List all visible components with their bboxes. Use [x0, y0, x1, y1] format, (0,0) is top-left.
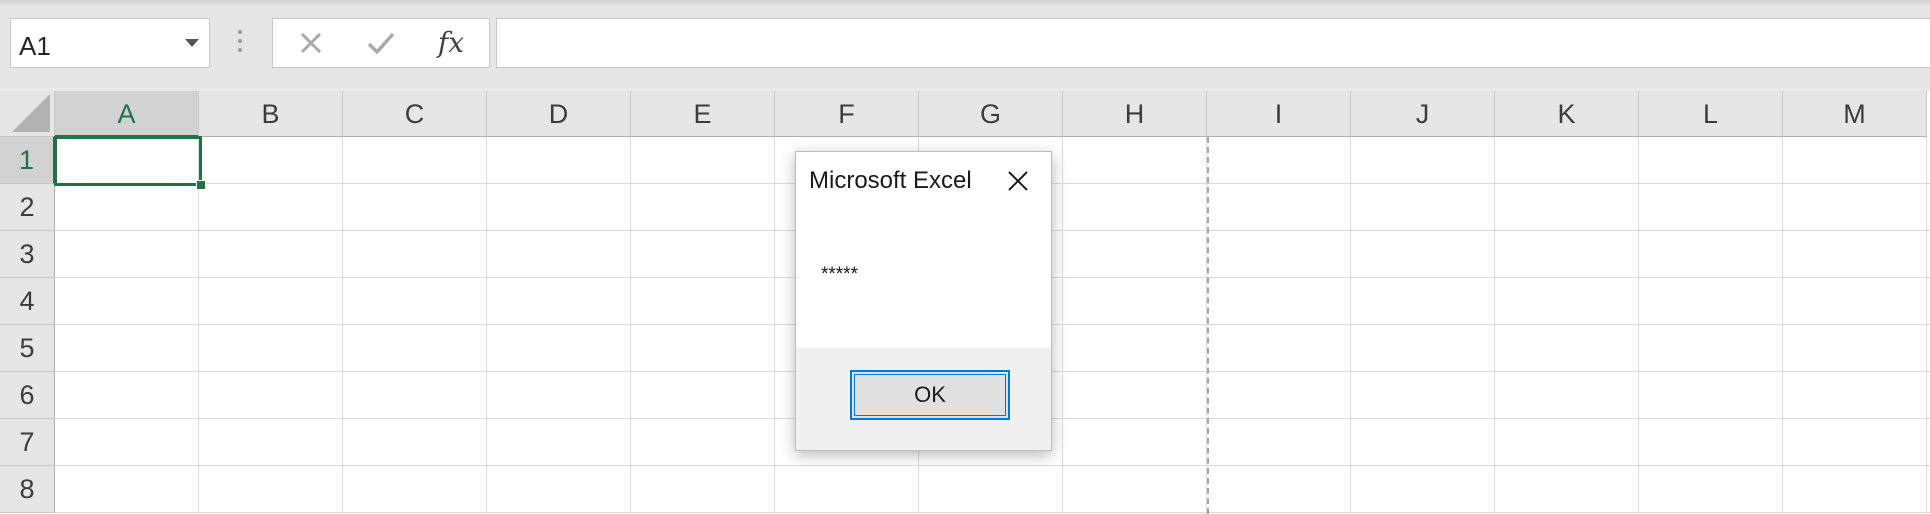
ok-button[interactable]: OK — [850, 370, 1010, 420]
gridline-vertical — [1062, 137, 1063, 514]
column-header-e[interactable]: E — [631, 91, 775, 137]
select-all-button[interactable] — [0, 91, 55, 137]
gridline-vertical — [1494, 137, 1495, 514]
name-box[interactable]: A1 — [10, 18, 210, 68]
formula-input[interactable] — [496, 18, 1930, 68]
close-icon[interactable] — [1003, 166, 1033, 196]
column-header-m[interactable]: M — [1783, 91, 1927, 137]
column-header-h[interactable]: H — [1063, 91, 1207, 137]
column-header-a[interactable]: A — [55, 91, 199, 137]
gridline-vertical — [1350, 137, 1351, 514]
message-box: Microsoft Excel ***** OK — [795, 151, 1052, 451]
gridline-vertical — [774, 137, 775, 514]
gridline-vertical — [486, 137, 487, 514]
page-break-line — [1207, 137, 1209, 514]
gridline-vertical — [630, 137, 631, 514]
column-header-d[interactable]: D — [487, 91, 631, 137]
fill-handle[interactable] — [196, 180, 206, 190]
chevron-down-icon[interactable] — [185, 39, 199, 47]
column-header-i[interactable]: I — [1207, 91, 1351, 137]
close-icon[interactable] — [281, 19, 341, 67]
row-header-2[interactable]: 2 — [0, 184, 55, 231]
gridline-vertical — [342, 137, 343, 514]
column-header-g[interactable]: G — [919, 91, 1063, 137]
formula-bar-area: A1 fx — [0, 0, 1930, 88]
row-header-5[interactable]: 5 — [0, 325, 55, 372]
row-header-6[interactable]: 6 — [0, 372, 55, 419]
row-header-7[interactable]: 7 — [0, 419, 55, 466]
column-header-j[interactable]: J — [1351, 91, 1495, 137]
gridline-vertical — [1926, 137, 1927, 514]
column-header-b[interactable]: B — [199, 91, 343, 137]
name-box-value: A1 — [19, 31, 51, 61]
active-cell-a1[interactable] — [54, 136, 202, 186]
row-header-8[interactable]: 8 — [0, 466, 55, 513]
vertical-dots-icon[interactable] — [238, 30, 242, 56]
row-header-3[interactable]: 3 — [0, 231, 55, 278]
column-header-f[interactable]: F — [775, 91, 919, 137]
row-header-4[interactable]: 4 — [0, 278, 55, 325]
column-header-c[interactable]: C — [343, 91, 487, 137]
column-header-k[interactable]: K — [1495, 91, 1639, 137]
insert-function-button[interactable]: fx — [421, 19, 481, 67]
gridline-horizontal — [55, 512, 1930, 513]
dialog-title: Microsoft Excel — [809, 167, 972, 194]
select-all-triangle-icon — [12, 94, 50, 132]
row-header-1[interactable]: 1 — [0, 137, 55, 184]
ribbon-shadow — [0, 0, 1930, 6]
check-icon[interactable] — [351, 19, 411, 67]
gridline-horizontal — [55, 465, 1930, 466]
dialog-footer: OK — [796, 348, 1051, 450]
dialog-message: ***** — [821, 264, 858, 285]
column-header-l[interactable]: L — [1639, 91, 1783, 137]
gridline-vertical — [1782, 137, 1783, 514]
gridline-vertical — [1638, 137, 1639, 514]
gridline-vertical — [198, 137, 199, 514]
formula-buttons: fx — [272, 18, 490, 68]
